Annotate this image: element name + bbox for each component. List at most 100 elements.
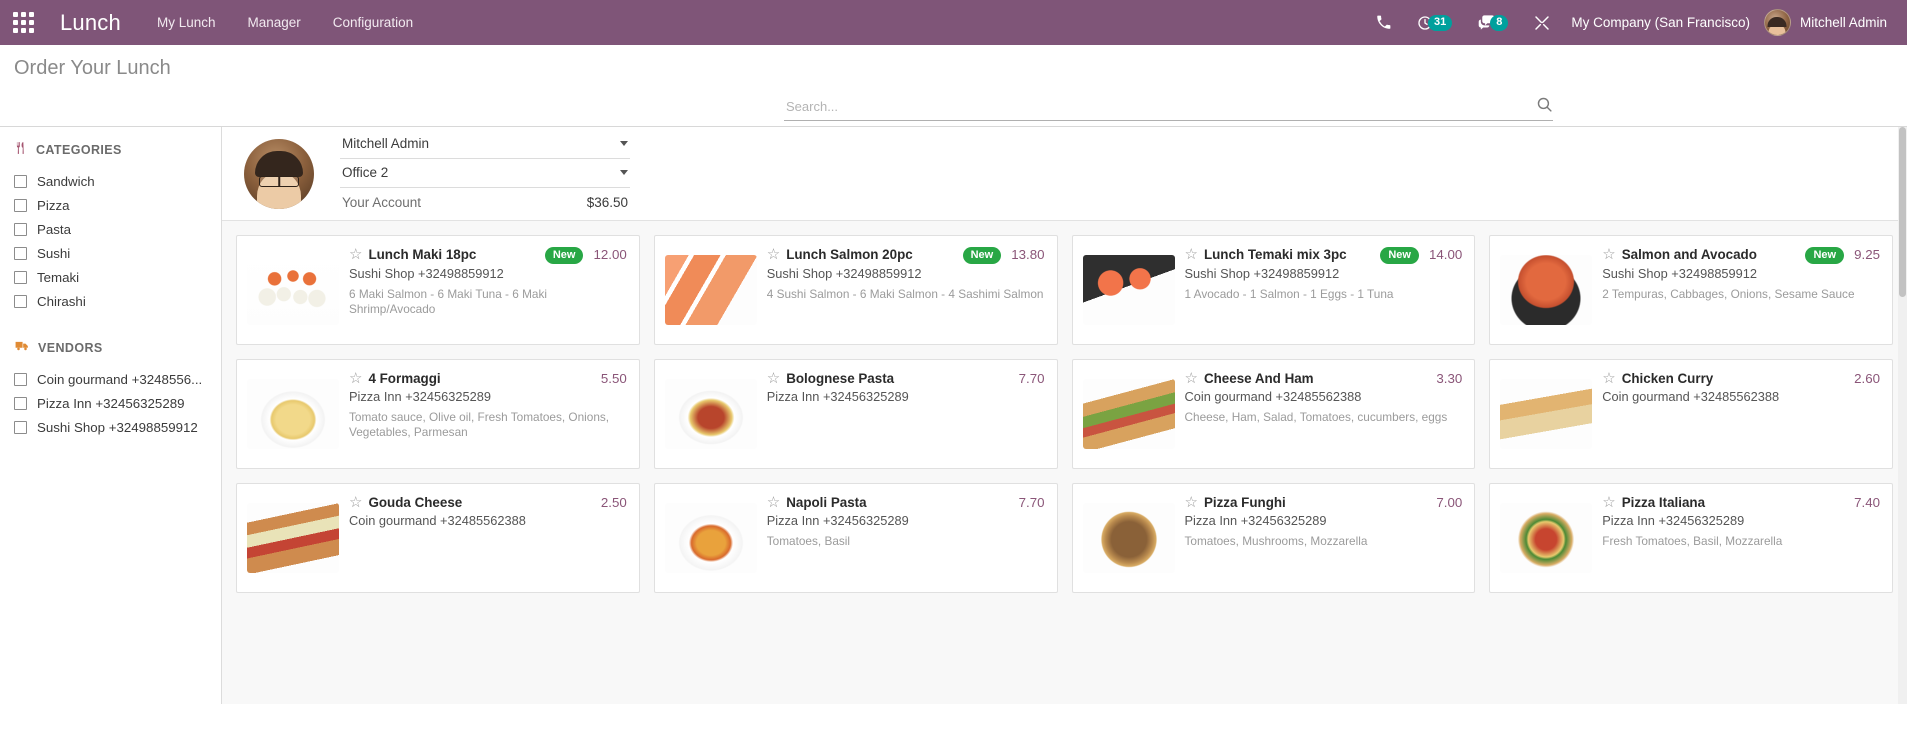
sidebar-item-vendor-sushi-shop[interactable]: Sushi Shop +32498859912 bbox=[0, 415, 221, 439]
product-name: Napoli Pasta bbox=[786, 495, 867, 510]
product-card-header: ☆ 4 Formaggi 5.50 bbox=[349, 370, 627, 387]
search-input[interactable] bbox=[784, 98, 1530, 116]
product-image bbox=[664, 503, 757, 573]
product-price: 7.00 bbox=[1436, 495, 1463, 510]
app-brand-title[interactable]: Lunch bbox=[60, 10, 121, 36]
checkbox-vendor-sushi-shop[interactable] bbox=[14, 420, 27, 434]
new-badge: New bbox=[962, 247, 1002, 264]
sidebar-item-sushi[interactable]: Sushi bbox=[0, 241, 221, 265]
product-name: Lunch Temaki mix 3pc bbox=[1203, 247, 1347, 262]
account-user-name: Mitchell Admin bbox=[342, 136, 430, 151]
favorite-star-icon[interactable]: ☆ bbox=[1185, 246, 1198, 263]
product-name: Pizza Italiana bbox=[1621, 495, 1706, 510]
checkbox-chirashi[interactable] bbox=[14, 294, 27, 308]
account-location-selector[interactable]: Office 2 bbox=[340, 159, 630, 188]
product-vendor: Sushi Shop +32498859912 bbox=[349, 265, 504, 281]
product-card[interactable]: ☆ Chicken Curry 2.60 Coin gourmand +3248556… bbox=[1489, 359, 1893, 469]
favorite-star-icon[interactable]: ☆ bbox=[767, 246, 780, 263]
menu-manager[interactable]: Manager bbox=[245, 11, 302, 34]
favorite-star-icon[interactable]: ☆ bbox=[349, 370, 362, 387]
product-image bbox=[247, 255, 339, 325]
sidebar-item-temaki[interactable]: Temaki bbox=[0, 265, 221, 289]
activity-clock-icon[interactable]: 31 bbox=[1404, 0, 1465, 45]
sidebar-item-pasta[interactable]: Pasta bbox=[0, 217, 221, 241]
product-card[interactable]: ☆ Salmon and Avocado New 9.25 Sushi Shop +32… bbox=[1489, 235, 1893, 345]
product-image bbox=[247, 503, 339, 573]
product-price: 5.50 bbox=[600, 371, 627, 386]
product-card[interactable]: ☆ Pizza Funghi 7.00 Pizza Inn +32456325289 T… bbox=[1071, 483, 1476, 593]
content-scrollbar[interactable] bbox=[1898, 127, 1907, 704]
account-user-selector[interactable]: Mitchell Admin bbox=[340, 130, 630, 159]
product-card-body: ☆ Chicken Curry 2.60 Coin gourmand +3248556… bbox=[1602, 370, 1880, 458]
favorite-star-icon[interactable]: ☆ bbox=[767, 370, 780, 387]
user-menu-label: Mitchell Admin bbox=[1799, 15, 1887, 30]
product-card[interactable]: ☆ Lunch Salmon 20pc New 13.80 Sushi Shop +32… bbox=[653, 235, 1058, 345]
tools-icon[interactable] bbox=[1521, 0, 1563, 45]
product-name: Lunch Maki 18pc bbox=[368, 247, 477, 262]
product-card[interactable]: ☆ Bolognese Pasta 7.70 Pizza Inn +324563252… bbox=[653, 359, 1058, 469]
truck-icon bbox=[14, 339, 30, 356]
favorite-star-icon[interactable]: ☆ bbox=[349, 246, 362, 263]
checkbox-pizza[interactable] bbox=[14, 198, 27, 212]
product-card[interactable]: ☆ Napoli Pasta 7.70 Pizza Inn +32456325289 T… bbox=[653, 483, 1058, 593]
menu-my-lunch[interactable]: My Lunch bbox=[155, 11, 218, 34]
top-navbar: Lunch My Lunch Manager Configuration 31 … bbox=[0, 0, 1907, 45]
sidebar-label: Sushi bbox=[37, 245, 71, 261]
main-menu: My Lunch Manager Configuration bbox=[155, 11, 415, 34]
favorite-star-icon[interactable]: ☆ bbox=[1602, 494, 1615, 511]
product-vendor: Sushi Shop +32498859912 bbox=[1602, 265, 1758, 281]
product-price: 2.50 bbox=[600, 495, 627, 510]
favorite-star-icon[interactable]: ☆ bbox=[349, 494, 362, 511]
product-image bbox=[1500, 255, 1593, 325]
favorite-star-icon[interactable]: ☆ bbox=[1185, 370, 1198, 387]
product-card[interactable]: ☆ Lunch Temaki mix 3pc New 14.00 Sushi Shop … bbox=[1071, 235, 1476, 345]
product-price: 13.80 bbox=[1011, 247, 1045, 262]
search-icon[interactable] bbox=[1530, 96, 1553, 118]
product-card[interactable]: ☆ Lunch Maki 18pc New 12.00 Sushi Shop +3249… bbox=[236, 235, 640, 345]
apps-grid-icon[interactable] bbox=[0, 0, 46, 45]
product-name: Chicken Curry bbox=[1621, 371, 1714, 386]
sidebar-item-sandwich[interactable]: Sandwich bbox=[0, 169, 221, 193]
sidebar-item-pizza[interactable]: Pizza bbox=[0, 193, 221, 217]
product-name: Salmon and Avocado bbox=[1621, 247, 1757, 262]
product-card[interactable]: ☆ Cheese And Ham 3.30 Coin gourmand +324855… bbox=[1071, 359, 1476, 469]
cutlery-icon bbox=[14, 141, 28, 158]
product-vendor: Pizza Inn +32456325289 bbox=[766, 513, 909, 528]
messages-icon[interactable]: 8 bbox=[1465, 0, 1521, 45]
favorite-star-icon[interactable]: ☆ bbox=[1185, 494, 1198, 511]
checkbox-vendor-coin-gourmand[interactable] bbox=[14, 372, 27, 386]
navbar-right-area: 31 8 My Company (San Francisco) Mitchell… bbox=[1363, 0, 1891, 45]
product-price: 7.40 bbox=[1854, 495, 1880, 510]
checkbox-sushi[interactable] bbox=[14, 246, 27, 260]
sidebar-label: Pizza Inn +32456325289 bbox=[37, 395, 185, 411]
product-card-header: ☆ Cheese And Ham 3.30 bbox=[1185, 370, 1463, 387]
product-card[interactable]: ☆ 4 Formaggi 5.50 Pizza Inn +32456325289 Tom… bbox=[236, 359, 640, 469]
checkbox-pasta[interactable] bbox=[14, 222, 27, 236]
favorite-star-icon[interactable]: ☆ bbox=[1602, 370, 1615, 387]
phone-icon[interactable] bbox=[1363, 0, 1404, 45]
product-vendor: Pizza Inn +32456325289 bbox=[766, 389, 909, 404]
favorite-star-icon[interactable]: ☆ bbox=[1602, 246, 1615, 263]
sidebar-item-chirashi[interactable]: Chirashi bbox=[0, 289, 221, 313]
checkbox-sandwich[interactable] bbox=[14, 174, 27, 188]
sidebar-item-vendor-coin-gourmand[interactable]: Coin gourmand +3248556... bbox=[0, 367, 221, 391]
checkbox-temaki[interactable] bbox=[14, 270, 27, 284]
sidebar-item-vendor-pizza-inn[interactable]: Pizza Inn +32456325289 bbox=[0, 391, 221, 415]
product-card-header: ☆ Napoli Pasta 7.70 bbox=[767, 494, 1045, 511]
menu-configuration[interactable]: Configuration bbox=[331, 11, 415, 34]
product-card[interactable]: ☆ Pizza Italiana 7.40 Pizza Inn +3245632528… bbox=[1489, 483, 1893, 593]
checkbox-vendor-pizza-inn[interactable] bbox=[14, 396, 27, 410]
product-name: Gouda Cheese bbox=[368, 495, 463, 510]
company-selector[interactable]: My Company (San Francisco) bbox=[1563, 15, 1764, 30]
product-card-header: ☆ Pizza Funghi 7.00 bbox=[1185, 494, 1463, 511]
new-badge: New bbox=[1805, 247, 1845, 264]
favorite-star-icon[interactable]: ☆ bbox=[767, 494, 780, 511]
product-card[interactable]: ☆ Gouda Cheese 2.50 Coin gourmand +32485562… bbox=[236, 483, 640, 593]
product-image bbox=[1082, 379, 1175, 449]
avatar bbox=[1763, 9, 1791, 36]
user-menu[interactable]: Mitchell Admin bbox=[1763, 9, 1891, 36]
search-bar[interactable] bbox=[784, 96, 1553, 121]
product-name: Bolognese Pasta bbox=[786, 371, 895, 386]
product-image bbox=[1082, 255, 1175, 325]
sidebar-label: Chirashi bbox=[37, 293, 86, 309]
